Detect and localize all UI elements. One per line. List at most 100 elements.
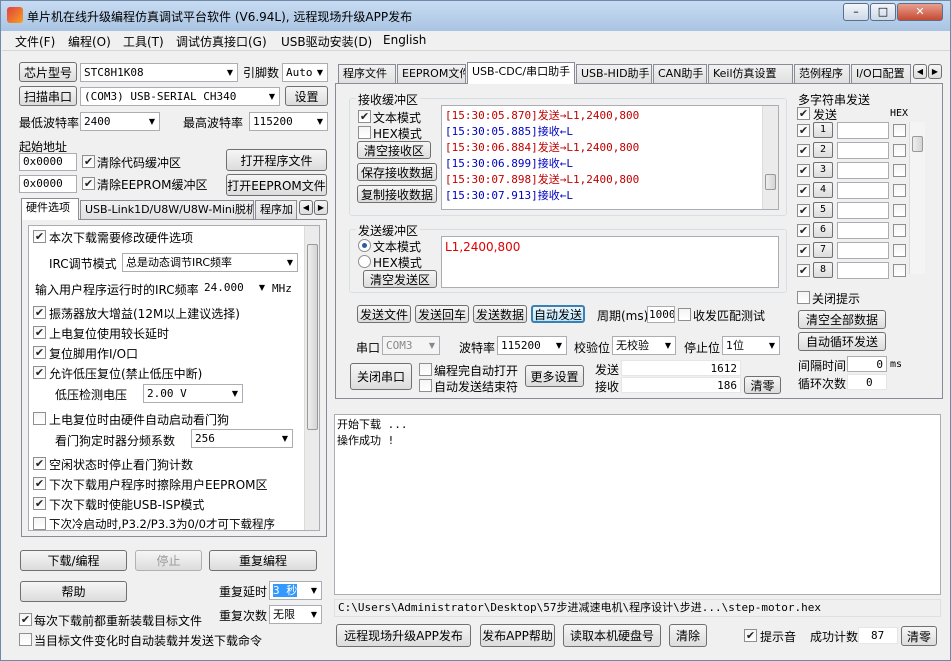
tab-scroll-left-button[interactable]: ◀ xyxy=(299,200,313,215)
menu-debug[interactable]: 调试仿真接口(G) xyxy=(176,33,267,50)
com-port-select[interactable]: COM3 ▼ xyxy=(382,336,440,355)
copy-receive-button[interactable]: 复制接收数据 xyxy=(357,185,437,203)
baud-select[interactable]: 115200 ▼ xyxy=(497,336,567,355)
tab-hardware-options[interactable]: 硬件选项 xyxy=(21,198,79,220)
multi-send-row-checkbox[interactable]: ✔ xyxy=(797,264,810,277)
multi-send-row-hex-checkbox[interactable] xyxy=(893,184,906,197)
beep-checkbox[interactable]: ✔ xyxy=(744,629,757,642)
match-test-checkbox[interactable] xyxy=(678,308,691,321)
save-receive-button[interactable]: 保存接收数据 xyxy=(357,163,437,181)
multi-send-row-button[interactable]: 6 xyxy=(813,222,833,238)
menu-file[interactable]: 文件(F) xyxy=(15,33,55,50)
multi-send-row-checkbox[interactable]: ✔ xyxy=(797,184,810,197)
multi-send-row-input[interactable] xyxy=(837,162,889,179)
usb-isp-checkbox[interactable]: ✔ xyxy=(33,497,46,510)
multi-send-row-checkbox[interactable]: ✔ xyxy=(797,244,810,257)
tab-program-file[interactable]: 程序文件 xyxy=(338,64,396,84)
multi-send-row-button[interactable]: 7 xyxy=(813,242,833,258)
multi-send-row-hex-checkbox[interactable] xyxy=(893,204,906,217)
cold-start-checkbox[interactable] xyxy=(33,517,46,530)
clear-eeprom-checkbox[interactable]: ✔ xyxy=(82,177,95,190)
stop-button[interactable]: 停止 xyxy=(135,550,202,571)
output-log[interactable]: 开始下载 ... 操作成功 ! xyxy=(334,414,941,595)
modify-options-checkbox[interactable]: ✔ xyxy=(33,230,46,243)
chip-model-button[interactable]: 芯片型号 xyxy=(19,62,77,82)
more-settings-button[interactable]: 更多设置 xyxy=(525,365,584,387)
close-port-button[interactable]: 关闭串口 xyxy=(350,363,412,390)
right-tab-scroll-left-button[interactable]: ◀ xyxy=(913,64,927,79)
open-program-button[interactable]: 打开程序文件 xyxy=(226,149,327,171)
multi-send-row-input[interactable] xyxy=(837,262,889,279)
long-delay-checkbox[interactable]: ✔ xyxy=(33,326,46,339)
settings-button[interactable]: 设置 xyxy=(285,86,328,106)
clear-success-button[interactable]: 清零 xyxy=(901,626,937,646)
interval-input[interactable]: 0 xyxy=(847,356,887,372)
irc-mode-select[interactable]: 总是动态调节IRC频率 ▼ xyxy=(122,253,298,272)
right-tab-scroll-right-button[interactable]: ▶ xyxy=(928,64,942,79)
download-button[interactable]: 下载/编程 xyxy=(20,550,127,571)
tab-can[interactable]: CAN助手 xyxy=(653,64,707,84)
clear-code-checkbox[interactable]: ✔ xyxy=(82,155,95,168)
pins-select[interactable]: Auto ▼ xyxy=(282,63,328,82)
open-eeprom-button[interactable]: 打开EEPROM文件 xyxy=(226,174,327,196)
tab-usb-link[interactable]: USB-Link1D/U8W/U8W-Mini脱机 xyxy=(80,200,254,220)
reload-checkbox[interactable]: ✔ xyxy=(19,613,32,626)
options-scroll-thumb[interactable] xyxy=(307,244,318,430)
clear-send-button[interactable]: 清空发送区 xyxy=(363,270,437,288)
code-address-input[interactable]: 0x0000 xyxy=(19,153,77,171)
multi-send-row-hex-checkbox[interactable] xyxy=(893,224,906,237)
send-text-mode-radio[interactable] xyxy=(358,239,371,252)
auto-load-checkbox[interactable] xyxy=(19,633,32,646)
title-bar[interactable]: 单片机在线升级编程仿真调试平台软件 (V6.94L), 远程现场升级APP发布 … xyxy=(1,1,950,31)
repeat-delay-select[interactable]: 3 秒 ▼ xyxy=(269,581,322,600)
wdt-prescaler-select[interactable]: 256 ▼ xyxy=(191,429,293,448)
lvd-voltage-select[interactable]: 2.00 V ▼ xyxy=(143,384,243,403)
lvd-reset-checkbox[interactable]: ✔ xyxy=(33,366,46,379)
multi-send-row-input[interactable] xyxy=(837,122,889,139)
amp-gain-checkbox[interactable]: ✔ xyxy=(33,306,46,319)
multi-send-row-hex-checkbox[interactable] xyxy=(893,244,906,257)
clear-all-data-button[interactable]: 清空全部数据 xyxy=(798,310,886,329)
reset-io-checkbox[interactable]: ✔ xyxy=(33,346,46,359)
hex-mode-checkbox[interactable] xyxy=(358,126,371,139)
tab-scroll-right-button[interactable]: ▶ xyxy=(314,200,328,215)
send-hex-mode-radio[interactable] xyxy=(358,255,371,268)
close-button[interactable]: ✕ xyxy=(897,3,943,21)
text-mode-checkbox[interactable]: ✔ xyxy=(358,110,371,123)
send-data-button[interactable]: 发送数据 xyxy=(473,305,527,323)
tab-usb-hid[interactable]: USB-HID助手 xyxy=(576,64,652,84)
receive-scrollbar[interactable] xyxy=(762,106,778,209)
multi-send-row-button[interactable]: 8 xyxy=(813,262,833,278)
tab-examples[interactable]: 范例程序 xyxy=(794,64,850,84)
idle-wdt-checkbox[interactable]: ✔ xyxy=(33,457,46,470)
multi-send-row-input[interactable] xyxy=(837,202,889,219)
multi-send-row-checkbox[interactable]: ✔ xyxy=(797,204,810,217)
auto-wdt-checkbox[interactable] xyxy=(33,412,46,425)
max-baud-select[interactable]: 115200 ▼ xyxy=(249,112,328,131)
maximize-button[interactable]: □ xyxy=(870,3,896,21)
auto-send-end-checkbox[interactable] xyxy=(419,379,432,392)
multi-send-row-input[interactable] xyxy=(837,182,889,199)
port-select[interactable]: (COM3) USB-SERIAL CH340 ▼ xyxy=(80,87,280,106)
auto-send-button[interactable]: 自动发送 xyxy=(531,305,585,323)
tab-usb-cdc-serial[interactable]: USB-CDC/串口助手 xyxy=(467,62,575,84)
multi-send-row-input[interactable] xyxy=(837,242,889,259)
reprogram-button[interactable]: 重复编程 xyxy=(209,550,317,571)
tab-io-config[interactable]: I/O口配置 xyxy=(851,64,911,84)
multi-send-row-checkbox[interactable]: ✔ xyxy=(797,144,810,157)
minimize-button[interactable]: – xyxy=(843,3,869,21)
multi-send-row-button[interactable]: 4 xyxy=(813,182,833,198)
multi-send-row-hex-checkbox[interactable] xyxy=(893,264,906,277)
chip-model-select[interactable]: STC8H1K08 ▼ xyxy=(80,63,238,82)
clear-log-button[interactable]: 清除 xyxy=(669,624,707,647)
multi-send-row-hex-checkbox[interactable] xyxy=(893,124,906,137)
multi-send-row-button[interactable]: 5 xyxy=(813,202,833,218)
read-disk-id-button[interactable]: 读取本机硬盘号 xyxy=(563,624,661,647)
close-hint-checkbox[interactable] xyxy=(797,291,810,304)
menu-english[interactable]: English xyxy=(383,33,426,47)
repeat-count-select[interactable]: 无限 ▼ xyxy=(269,605,322,624)
clear-counts-button[interactable]: 清零 xyxy=(744,376,781,394)
publish-app-button[interactable]: 远程现场升级APP发布 xyxy=(336,624,471,647)
tab-program-encrypt[interactable]: 程序加 xyxy=(255,200,297,220)
publish-help-button[interactable]: 发布APP帮助 xyxy=(480,624,555,647)
